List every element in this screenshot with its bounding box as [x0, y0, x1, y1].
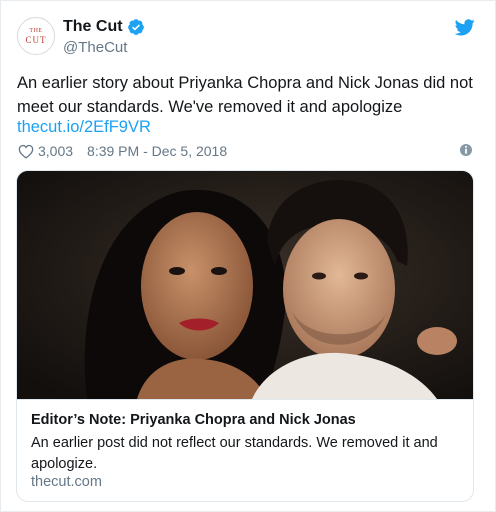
card-domain: thecut.com: [31, 474, 102, 490]
avatar[interactable]: THE CUT: [17, 17, 55, 55]
like-count: 3,003: [38, 143, 74, 159]
tweet-meta: 3,003 8:39 PM - Dec 5, 2018: [18, 141, 227, 161]
twitter-bird-icon[interactable]: [454, 19, 475, 41]
author-name-row: The Cut: [63, 18, 145, 36]
card-title: Editor’s Note: Priyanka Chopra and Nick …: [31, 412, 356, 428]
avatar-text-bottom: CUT: [25, 34, 47, 45]
tweet-link[interactable]: thecut.io/2EfF9VR: [17, 118, 151, 137]
tweet-timestamp[interactable]: 8:39 PM - Dec 5, 2018: [87, 143, 227, 159]
card-description: An earlier post did not reflect our stan…: [31, 435, 438, 472]
display-name[interactable]: The Cut: [63, 18, 123, 36]
tweet-text: An earlier story about Priyanka Chopra a…: [17, 74, 473, 116]
link-preview-card[interactable]: Editor’s Note: Priyanka Chopra and Nick …: [16, 170, 474, 502]
heart-icon: [18, 144, 34, 159]
avatar-text-top: THE: [29, 27, 43, 34]
author-handle[interactable]: @TheCut: [63, 39, 127, 56]
verified-badge-icon: [127, 18, 145, 36]
like-button[interactable]: 3,003: [18, 143, 73, 159]
info-icon[interactable]: [459, 143, 473, 162]
card-photo: [17, 171, 473, 399]
card-body: Editor’s Note: Priyanka Chopra and Nick …: [17, 399, 473, 501]
embedded-tweet: THE CUT The Cut @TheCut An earlier story…: [0, 0, 496, 512]
